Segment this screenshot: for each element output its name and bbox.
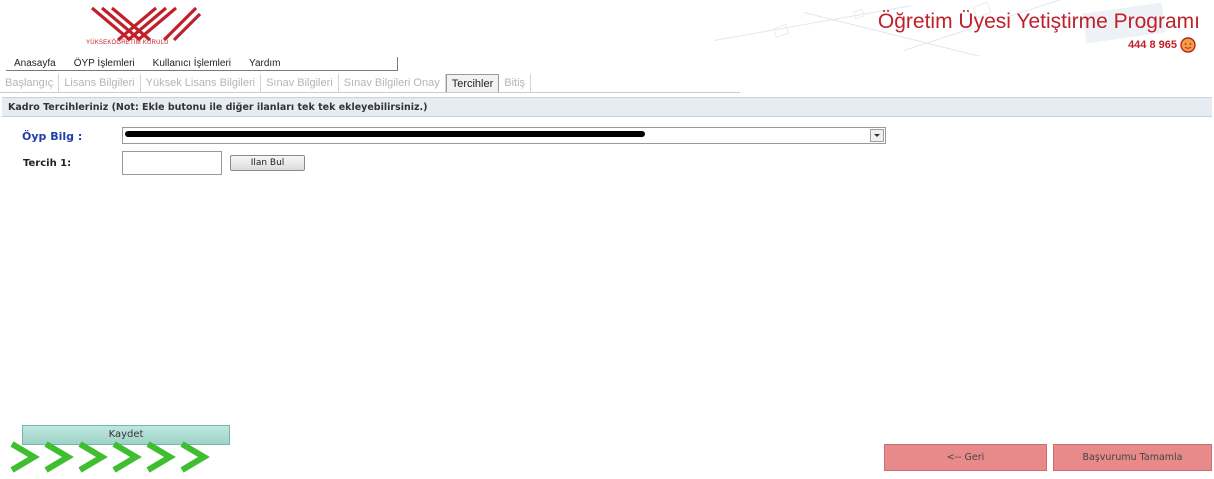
- progress-arrows-icon: [10, 441, 210, 473]
- tab-yuksek-lisans-bilgileri[interactable]: Yüksek Lisans Bilgileri: [141, 74, 262, 92]
- menu-kullanici-islemleri[interactable]: Kullanıcı İşlemleri: [145, 58, 241, 69]
- header: YÜKSEKÖĞRETİM KURULU Öğretim Üyesi Yetiş…: [0, 0, 1214, 56]
- tercih-label: Tercih 1:: [23, 158, 72, 169]
- phone-contact: 444 8 965: [1128, 37, 1196, 53]
- menu-anasayfa[interactable]: Anasayfa: [6, 58, 66, 69]
- logo-caption: YÜKSEKÖĞRETİM KURULU: [86, 40, 169, 46]
- oyp-label: Öyp Bilg :: [22, 130, 83, 143]
- oyp-select[interactable]: [122, 127, 886, 144]
- step-tabs: Başlangıç Lisans Bilgileri Yüksek Lisans…: [0, 74, 740, 93]
- program-title: Öğretim Üyesi Yetiştirme Programı: [877, 10, 1200, 33]
- tab-baslangic[interactable]: Başlangıç: [0, 74, 60, 92]
- smiley-icon: [1180, 37, 1196, 53]
- phone-number: 444 8 965: [1128, 39, 1177, 51]
- tab-tercihler[interactable]: Tercihler: [445, 74, 500, 92]
- main-menu: Anasayfa ÖYP İşlemleri Kullanıcı İşlemle…: [6, 57, 398, 71]
- menu-yardim[interactable]: Yardım: [241, 58, 291, 69]
- tab-bitis[interactable]: Bitiş: [499, 74, 532, 92]
- basvurumu-tamamla-button[interactable]: Başvurumu Tamamla: [1053, 444, 1212, 471]
- redaction-bar: [125, 131, 645, 137]
- tab-lisans-bilgileri[interactable]: Lisans Bilgileri: [59, 74, 141, 92]
- menu-oyp-islemleri[interactable]: ÖYP İşlemleri: [66, 58, 145, 69]
- ilan-bul-button[interactable]: Ilan Bul: [230, 155, 305, 171]
- tab-sinav-bilgileri-onay[interactable]: Sınav Bilgileri Onay: [339, 74, 446, 92]
- chevron-down-icon[interactable]: [870, 129, 884, 142]
- page: YÜKSEKÖĞRETİM KURULU Öğretim Üyesi Yetiş…: [0, 0, 1214, 479]
- geri-button[interactable]: <-- Geri: [884, 444, 1047, 471]
- tercih-input[interactable]: [122, 151, 222, 175]
- tab-sinav-bilgileri[interactable]: Sınav Bilgileri: [261, 74, 339, 92]
- section-title: Kadro Tercihleriniz (Not: Ekle butonu il…: [2, 97, 1212, 117]
